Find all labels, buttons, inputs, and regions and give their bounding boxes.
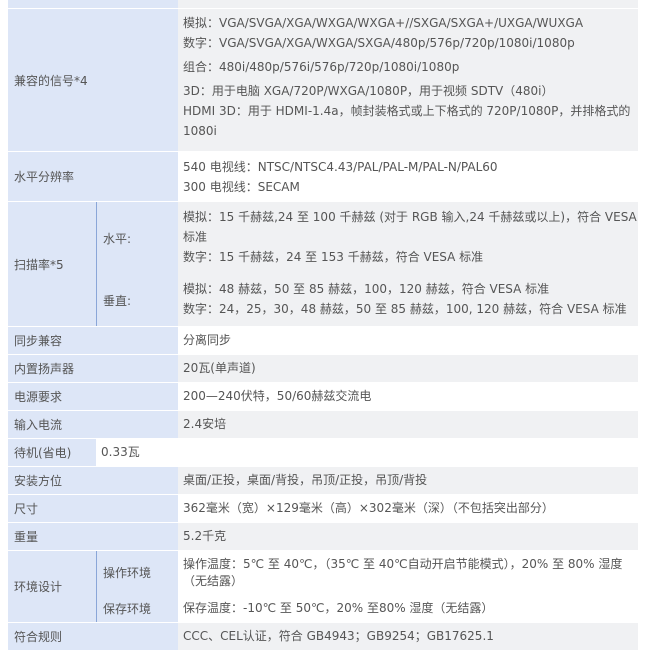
- spec-value: CCC、CEL认证，符合 GB4943；GB9254；GB17625.1: [178, 623, 638, 650]
- spec-value: 0.33瓦: [96, 439, 638, 466]
- spec-row-signal: 兼容的信号*4 模拟：VGA/SVGA/XGA/WXGA/WXGA+//SXGA…: [8, 9, 638, 152]
- spec-line: 模拟：15 千赫兹,24 至 100 千赫兹 (对于 RGB 输入,24 千赫兹…: [183, 210, 637, 224]
- spec-row-input-current: 输入电流 2.4安培: [8, 411, 638, 439]
- spec-line: CCC、CEL认证，符合 GB4943；GB9254；GB17625.1: [183, 629, 494, 643]
- spec-label: 尺寸: [8, 495, 178, 522]
- spec-value: 桌面/正投，桌面/背投，吊顶/正投，吊顶/背投: [178, 467, 638, 494]
- spec-line: 组合：480i/480p/576i/576p/720p/1080i/1080p: [183, 60, 460, 74]
- spec-label: 环境设计: [8, 551, 96, 622]
- spec-label: 兼容的信号*4: [8, 9, 178, 151]
- spec-line: 数字：24，25，30，48 赫兹，50 至 85 赫兹，100, 120 赫兹…: [183, 302, 627, 316]
- spec-line: 362毫米（宽）×129毫米（高）×302毫米（深）（不包括突出部分）: [183, 501, 554, 515]
- spec-line: 模拟：VGA/SVGA/XGA/WXGA/WXGA+//SXGA/SXGA+/U…: [183, 16, 584, 30]
- spec-line: 1080i: [183, 124, 217, 138]
- spec-value: 20瓦(单声道): [178, 355, 638, 382]
- spec-label: 内置扬声器: [8, 355, 178, 382]
- spec-sublabel-horizontal: 水平:: [96, 202, 178, 275]
- spec-row-horizontal-resolution: 水平分辨率 540 电视线：NTSC/NTSC4.43/PAL/PAL-M/PA…: [8, 152, 638, 202]
- spec-row-weight: 重量 5.2千克: [8, 523, 638, 551]
- spec-line: 模拟：48 赫兹，50 至 85 赫兹，100，120 赫兹，符合 VESA 标…: [183, 282, 550, 296]
- spec-row-power: 电源要求 200—240伏特，50/60赫兹交流电: [8, 383, 638, 411]
- spec-sublabel-vertical: 垂直:: [96, 275, 178, 326]
- previous-row-fragment: [8, 0, 638, 8]
- spec-line: 5.2千克: [183, 529, 227, 543]
- spec-value: 2.4安培: [178, 411, 638, 438]
- spec-sublabel-storage: 保存环境: [96, 594, 178, 622]
- spec-value: 5.2千克: [178, 523, 638, 550]
- spec-line: HDMI 3D：用于 HDMI-1.4a，帧封装格式或上下格式的 720P/10…: [183, 104, 631, 118]
- spec-line: 操作温度：5℃ 至 40℃，（35℃ 至 40℃自动开启节能模式），20% 至 …: [183, 557, 623, 571]
- spec-label: 扫描率*5: [8, 202, 96, 326]
- spec-row-mount: 安装方位 桌面/正投，桌面/背投，吊顶/正投，吊顶/背投: [8, 467, 638, 495]
- spec-row-compliance: 符合规则 CCC、CEL认证，符合 GB4943；GB9254；GB17625.…: [8, 623, 638, 650]
- spec-line: 540 电视线：NTSC/NTSC4.43/PAL/PAL-M/PAL-N/PA…: [183, 160, 498, 174]
- spec-line: 300 电视线：SECAM: [183, 180, 300, 194]
- spec-line: 标准: [183, 230, 208, 244]
- spec-line: 200—240伏特，50/60赫兹交流电: [183, 389, 372, 403]
- spec-label: 重量: [8, 523, 178, 550]
- spec-line: 0.33瓦: [101, 445, 140, 459]
- spec-label: 电源要求: [8, 383, 178, 410]
- previous-row-label-cell: [8, 0, 178, 8]
- spec-line: 数字：15 千赫兹，24 至 153 千赫兹，符合 VESA 标准: [183, 250, 484, 264]
- spec-label: 输入电流: [8, 411, 178, 438]
- spec-line: 20瓦(单声道): [183, 361, 256, 375]
- spec-value: 362毫米（宽）×129毫米（高）×302毫米（深）（不包括突出部分）: [178, 495, 638, 522]
- spec-label: 安装方位: [8, 467, 178, 494]
- spec-value: 模拟：15 千赫兹,24 至 100 千赫兹 (对于 RGB 输入,24 千赫兹…: [178, 202, 638, 326]
- spec-table: 兼容的信号*4 模拟：VGA/SVGA/XGA/WXGA/WXGA+//SXGA…: [8, 0, 638, 650]
- spec-line: 桌面/正投，桌面/背投，吊顶/正投，吊顶/背投: [183, 473, 428, 487]
- spec-value: 200—240伏特，50/60赫兹交流电: [178, 383, 638, 410]
- spec-row-scan-rate: 扫描率*5 水平: 垂直: 模拟：15 千赫兹,24 至 100 千赫兹 (对于…: [8, 202, 638, 327]
- spec-row-standby: 待机(省电) 0.33瓦: [8, 439, 638, 467]
- spec-line: 3D：用于电脑 XGA/720P/WXGA/1080P，用于视频 SDTV（48…: [183, 84, 554, 98]
- spec-value: 模拟：VGA/SVGA/XGA/WXGA/WXGA+//SXGA/SXGA+/U…: [178, 9, 638, 151]
- spec-label: 同步兼容: [8, 327, 178, 354]
- spec-value: 操作温度：5℃ 至 40℃，（35℃ 至 40℃自动开启节能模式），20% 至 …: [178, 551, 638, 622]
- spec-line: 数字：VGA/SVGA/XGA/WXGA/SXGA/480p/576p/720p…: [183, 36, 575, 50]
- spec-line: 分离同步: [183, 333, 232, 347]
- spec-row-speaker: 内置扬声器 20瓦(单声道): [8, 355, 638, 383]
- spec-line: （无结露）: [183, 574, 244, 588]
- spec-sublabel-operating: 操作环境: [96, 551, 178, 594]
- spec-line: 2.4安培: [183, 417, 227, 431]
- previous-row-value-cell: [178, 0, 638, 8]
- spec-line: 保存温度：-10℃ 至 50℃，20% 至80% 湿度（无结露）: [183, 601, 494, 615]
- spec-row-environment: 环境设计 操作环境 保存环境 操作温度：5℃ 至 40℃，（35℃ 至 40℃自…: [8, 551, 638, 623]
- spec-label: 水平分辨率: [8, 152, 178, 201]
- spec-row-sync: 同步兼容 分离同步: [8, 327, 638, 355]
- spec-row-size: 尺寸 362毫米（宽）×129毫米（高）×302毫米（深）（不包括突出部分）: [8, 495, 638, 523]
- spec-label: 待机(省电): [8, 439, 96, 466]
- spec-label: 符合规则: [8, 623, 178, 650]
- spec-value: 分离同步: [178, 327, 638, 354]
- spec-value: 540 电视线：NTSC/NTSC4.43/PAL/PAL-M/PAL-N/PA…: [178, 152, 638, 201]
